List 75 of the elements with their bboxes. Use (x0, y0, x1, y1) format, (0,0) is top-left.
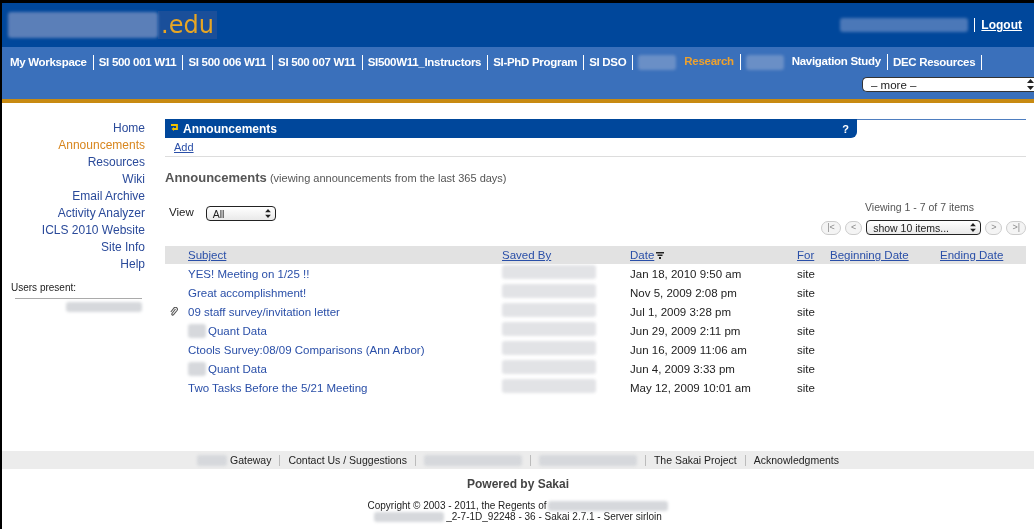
page-size-select[interactable]: show 10 items... (866, 220, 982, 235)
column-header[interactable]: Date (630, 249, 665, 261)
site-tab[interactable]: SI 500 006 W11 (183, 54, 273, 70)
announcement-link[interactable]: Two Tasks Before the 5/21 Meeting (188, 381, 368, 394)
announcement-link[interactable]: 09 staff survey/invitation letter (188, 305, 340, 318)
tool-title: Announcements (183, 121, 278, 136)
site-tab[interactable]: SI DSO (584, 54, 634, 70)
date-cell-text: Jun 4, 2009 3:33 pm (630, 362, 736, 375)
announcement-link[interactable]: YES! Meeting on 1/25 !! (188, 267, 310, 280)
copyright-text: Copyright © 2003 - 2011, the Regents of (367, 500, 547, 511)
announcement-link[interactable]: Quant Data (208, 324, 267, 337)
footer-link[interactable]: Acknowledgments (753, 454, 839, 466)
item-count: Viewing 1 - 7 of 7 items (865, 201, 975, 213)
site-tab[interactable]: SI 500 007 W11 (273, 54, 363, 70)
date-cell-text: Jun 29, 2009 2:11 pm (630, 324, 742, 337)
site-tab[interactable]: My Workspace (10, 54, 94, 70)
redacted-block (374, 511, 445, 522)
sidebar-item[interactable]: Wiki (122, 171, 152, 188)
announcements-heading: Announcements (viewing announcements from the last 365 days) (165, 170, 508, 185)
sidebar-item[interactable]: Resources (87, 154, 152, 171)
view-label: View (169, 206, 194, 218)
date-cell-text: May 12, 2009 10:01 am (630, 381, 752, 394)
column-header[interactable]: Saved By (502, 249, 552, 261)
footer-link[interactable]: The Sakai Project (653, 454, 737, 466)
for-cell-text: site (797, 343, 816, 356)
more-sites-select[interactable]: – more – (862, 77, 1034, 92)
sidebar-item[interactable]: Site Info (100, 239, 152, 256)
add-link[interactable]: Add (174, 141, 194, 153)
for-cell-text: site (797, 324, 816, 337)
select-arrows-icon (970, 223, 977, 232)
users-present-label: Users present: (10, 282, 77, 293)
announcement-link[interactable]: Ctools Survey:08/09 Comparisons (Ann Arbor) (188, 343, 425, 356)
sidebar-item[interactable]: Home (113, 120, 152, 137)
redacted-block (745, 54, 784, 70)
select-arrows-icon (264, 209, 271, 218)
date-cell-text: Jul 1, 2009 3:28 pm (630, 305, 732, 318)
column-header[interactable]: Subject (188, 249, 227, 261)
for-cell-text: site (797, 362, 816, 375)
announcement-link[interactable]: Great accomplishment! (188, 286, 307, 299)
site-tab[interactable]: SI500W11_Instructors (362, 54, 489, 70)
for-cell-text: site (797, 381, 816, 394)
announcement-link[interactable]: Quant Data (208, 362, 267, 375)
date-cell-text: Jun 16, 2009 11:06 am (630, 343, 748, 356)
redacted-block (188, 323, 206, 338)
site-name: .edu (158, 11, 217, 39)
site-tab[interactable]: Navigation Study (740, 54, 888, 70)
site-tab[interactable]: SI 500 001 W11 (93, 54, 184, 70)
powered-by-text: Powered by Sakai (465, 477, 570, 491)
column-header[interactable]: Beginning Date (830, 249, 909, 261)
site-tab[interactable]: DEC Resources (887, 54, 983, 70)
for-cell-text: site (797, 286, 816, 299)
sort-icon (656, 251, 665, 259)
redacted-block (638, 54, 677, 70)
view-select[interactable]: All (205, 206, 276, 221)
site-tab[interactable]: SI-PhD Program (488, 54, 585, 70)
date-cell-text: Jan 18, 2010 9:50 am (630, 267, 743, 280)
footer-link[interactable]: Contact Us / Suggestions (288, 454, 407, 466)
for-cell-text: site (797, 305, 816, 318)
sidebar-item[interactable]: Help (120, 256, 152, 273)
sidebar-item[interactable]: ICLS 2010 Website (41, 222, 152, 239)
help-link[interactable]: ? (842, 122, 849, 135)
sidebar-item[interactable]: Email Archive (72, 188, 152, 205)
pager-button[interactable]: > (985, 220, 1003, 235)
column-header[interactable]: For (797, 249, 815, 261)
sidebar-item[interactable]: Activity Analyzer (57, 205, 152, 222)
paperclip-icon (170, 306, 178, 317)
reset-icon[interactable] (170, 124, 179, 133)
date-cell-text: Nov 5, 2009 2:08 pm (630, 286, 738, 299)
build-info-text: _2-7-1D_92248 - 36 - Sakai 2.7.1 - Server sirloin (446, 511, 662, 522)
logout-link[interactable]: Logout (974, 18, 1022, 32)
select-arrows-icon (1027, 79, 1034, 90)
redacted-block (188, 361, 206, 376)
for-cell-text: site (797, 267, 816, 280)
footer-link[interactable]: Gateway (197, 454, 272, 466)
column-header[interactable]: Ending Date (940, 249, 1004, 261)
